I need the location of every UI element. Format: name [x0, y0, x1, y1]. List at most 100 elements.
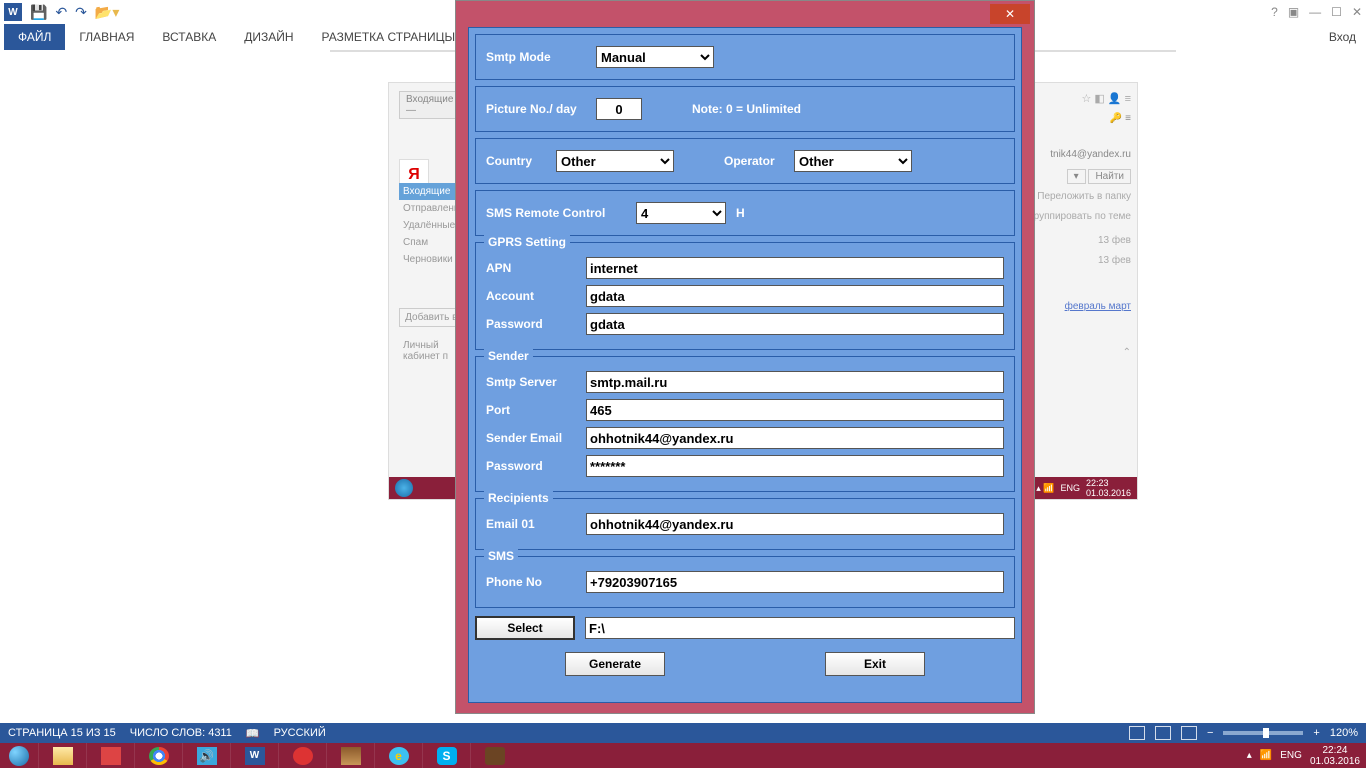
open-icon[interactable]: 📂▾: [95, 4, 119, 21]
taskbar-explorer[interactable]: [38, 743, 86, 768]
path-input[interactable]: [585, 617, 1015, 639]
zoom-in-icon[interactable]: +: [1313, 727, 1319, 739]
bg-right-panel: ☆ ◧ 👤 ≡ 🔑 ≡ tnik44@yandex.ru ▾ Найти Пер…: [1021, 91, 1131, 361]
taskbar-word[interactable]: W: [230, 743, 278, 768]
skype-icon: S: [437, 747, 457, 765]
apn-label: APN: [486, 261, 586, 275]
gprs-legend: GPRS Setting: [484, 235, 570, 249]
start-button[interactable]: [0, 743, 38, 768]
tab-home[interactable]: ГЛАВНАЯ: [65, 24, 148, 50]
smtp-server-input[interactable]: [586, 371, 1004, 393]
tab-design[interactable]: ДИЗАЙН: [230, 24, 307, 50]
acorn-icon: [485, 747, 505, 765]
zoom-level[interactable]: 120%: [1330, 727, 1358, 739]
taskbar-lenovo[interactable]: [86, 743, 134, 768]
bg-start-icon: [395, 479, 413, 497]
tray-language[interactable]: ENG: [1280, 750, 1302, 761]
word-count[interactable]: ЧИСЛО СЛОВ: 4311: [130, 727, 232, 739]
phone-input[interactable]: [586, 571, 1004, 593]
picture-note: Note: 0 = Unlimited: [692, 102, 801, 116]
operator-select[interactable]: Other: [794, 150, 912, 172]
account-input[interactable]: [586, 285, 1004, 307]
bg-group: группировать по теме: [1030, 211, 1131, 222]
lenovo-icon: [101, 747, 121, 765]
language-indicator[interactable]: РУССКИЙ: [274, 727, 326, 739]
country-label: Country: [486, 154, 546, 168]
bg-email: tnik44@yandex.ru: [1021, 147, 1131, 163]
smtp-mode-select[interactable]: Manual: [596, 46, 714, 68]
generate-button[interactable]: Generate: [565, 652, 665, 676]
opera-icon: [293, 747, 313, 765]
winrar-icon: [341, 747, 361, 765]
gprs-password-input[interactable]: [586, 313, 1004, 335]
close-icon[interactable]: ✕: [1352, 5, 1362, 19]
folder-icon: [53, 747, 73, 765]
bg-date2: 13 фев: [1021, 253, 1131, 269]
bg-move: Переложить в папку: [1021, 189, 1131, 205]
apn-input[interactable]: [586, 257, 1004, 279]
taskbar-chrome[interactable]: [134, 743, 182, 768]
sender-password-label: Password: [486, 459, 586, 473]
tab-file[interactable]: ФАЙЛ: [4, 24, 65, 50]
minimize-icon[interactable]: —: [1309, 5, 1321, 19]
maximize-icon[interactable]: ☐: [1331, 5, 1342, 19]
phone-label: Phone No: [486, 575, 586, 589]
smtp-mode-label: Smtp Mode: [486, 50, 586, 64]
word-statusbar: СТРАНИЦА 15 ИЗ 15 ЧИСЛО СЛОВ: 4311 📖 РУС…: [0, 723, 1366, 743]
sms-remote-select[interactable]: 4: [636, 202, 726, 224]
dialog-close-button[interactable]: ✕: [990, 4, 1030, 24]
undo-icon[interactable]: ↶: [55, 4, 67, 21]
port-input[interactable]: [586, 399, 1004, 421]
windows-taskbar: 🔊 W e S ▴ 📶 ENG 22:2401.03.2016: [0, 743, 1366, 768]
port-label: Port: [486, 403, 586, 417]
save-icon[interactable]: 💾: [30, 4, 47, 21]
recipients-legend: Recipients: [484, 491, 553, 505]
ie-icon: e: [389, 747, 409, 765]
print-layout-icon[interactable]: [1155, 726, 1171, 740]
account-label: Account: [486, 289, 586, 303]
email01-input[interactable]: [586, 513, 1004, 535]
tray-clock[interactable]: 22:2401.03.2016: [1310, 745, 1360, 767]
word-icon: W: [4, 3, 22, 21]
page-indicator[interactable]: СТРАНИЦА 15 ИЗ 15: [8, 727, 116, 739]
sender-email-input[interactable]: [586, 427, 1004, 449]
email01-label: Email 01: [486, 517, 586, 531]
sms-remote-label: SMS Remote Control: [486, 206, 626, 220]
config-dialog: ✕ Smtp Mode Manual Picture No./ day Note…: [455, 0, 1035, 714]
picture-per-day-input[interactable]: [596, 98, 642, 120]
taskbar-ie[interactable]: e: [374, 743, 422, 768]
wifi-icon[interactable]: 📶: [1260, 750, 1272, 761]
help-icon[interactable]: ?: [1271, 5, 1278, 19]
select-button[interactable]: Select: [475, 616, 575, 640]
bg-months: февраль март: [1021, 299, 1131, 315]
chrome-icon: [149, 747, 169, 765]
read-mode-icon[interactable]: [1129, 726, 1145, 740]
sms-remote-unit: H: [736, 206, 756, 220]
taskbar-winrar[interactable]: [326, 743, 374, 768]
sender-password-input[interactable]: [586, 455, 1004, 477]
dialog-titlebar: ✕: [456, 1, 1034, 27]
sender-email-label: Sender Email: [486, 431, 586, 445]
tray-arrow-icon[interactable]: ▴: [1247, 750, 1252, 761]
bg-date1: 13 фев: [1021, 233, 1131, 249]
taskbar-opera[interactable]: [278, 743, 326, 768]
bg-find: Найти: [1088, 169, 1131, 184]
picture-per-day-label: Picture No./ day: [486, 102, 586, 116]
proofing-icon[interactable]: 📖: [246, 727, 260, 740]
start-orb-icon: [9, 746, 29, 766]
word-app-icon: W: [245, 747, 265, 765]
exit-button[interactable]: Exit: [825, 652, 925, 676]
redo-icon[interactable]: ↷: [75, 4, 87, 21]
ribbon-options-icon[interactable]: ▣: [1288, 5, 1299, 19]
tab-insert[interactable]: ВСТАВКА: [148, 24, 230, 50]
taskbar-sound[interactable]: 🔊: [182, 743, 230, 768]
smtp-server-label: Smtp Server: [486, 375, 586, 389]
login-link[interactable]: Вход: [1319, 30, 1366, 44]
taskbar-app[interactable]: [470, 743, 518, 768]
tab-page-layout[interactable]: РАЗМЕТКА СТРАНИЦЫ: [308, 24, 470, 50]
web-layout-icon[interactable]: [1181, 726, 1197, 740]
taskbar-skype[interactable]: S: [422, 743, 470, 768]
country-select[interactable]: Other: [556, 150, 674, 172]
zoom-slider[interactable]: [1223, 731, 1303, 735]
zoom-out-icon[interactable]: −: [1207, 727, 1213, 739]
